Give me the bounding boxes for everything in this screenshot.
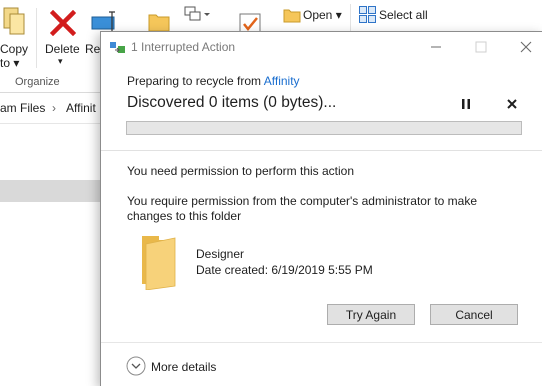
folder-icon [142,236,176,290]
delete-dropdown-icon[interactable]: ▾ [58,56,63,67]
breadcrumb-segment-2[interactable]: Affinit [66,101,96,115]
preparing-prefix: Preparing to recycle from [127,74,264,88]
copy-to-button[interactable]: Copy [0,42,28,56]
copy-to-icon[interactable] [2,6,26,36]
delete-icon[interactable] [50,10,76,36]
ribbon-group-organize: Organize [15,76,60,88]
select-all-button[interactable]: Select all [379,8,428,22]
file-name: Designer [196,247,245,261]
source-folder-link[interactable]: Affinity [264,74,300,88]
open-icon[interactable] [283,7,301,23]
breadcrumb-chevron-icon[interactable]: › [52,101,56,115]
footer-divider [101,342,542,343]
try-again-button[interactable]: Try Again [327,304,415,325]
pause-icon[interactable] [458,96,474,112]
stop-close-icon[interactable] [504,96,520,112]
progress-bar [126,121,522,135]
new-folder-icon[interactable] [148,10,170,32]
close-icon[interactable] [511,36,541,58]
properties-icon[interactable] [184,6,210,26]
open-button[interactable]: Open ▾ [303,8,342,22]
nav-pane-selected-item[interactable] [0,180,100,202]
chevron-down-icon[interactable] [126,356,146,376]
delete-button[interactable]: Delete [45,42,80,56]
preparing-text: Preparing to recycle from Affinity [127,74,300,88]
discovered-status: Discovered 0 items (0 bytes)... [127,94,337,111]
maximize-icon[interactable] [466,36,496,58]
file-operation-icon [110,42,125,53]
file-date-created: Date created: 6/19/2019 5:55 PM [196,263,373,277]
ribbon-separator [36,8,37,68]
interrupted-action-dialog: 1 Interrupted Action Preparing to recycl… [100,31,542,386]
ribbon-separator [350,4,351,32]
more-details-link[interactable]: More details [151,360,216,374]
dialog-title: 1 Interrupted Action [131,40,236,54]
select-all-icon[interactable] [359,6,376,23]
breadcrumb-segment-1[interactable]: am Files [0,101,45,115]
copy-to-sublabel[interactable]: to ▾ [0,56,19,70]
rename-button[interactable]: Re [85,42,100,56]
minimize-icon[interactable] [421,36,451,58]
permission-heading: You need permission to perform this acti… [127,164,355,178]
section-divider [101,150,542,151]
dialog-titlebar[interactable]: 1 Interrupted Action [101,32,542,62]
permission-message: You require permission from the computer… [127,194,477,223]
cancel-button[interactable]: Cancel [430,304,518,325]
